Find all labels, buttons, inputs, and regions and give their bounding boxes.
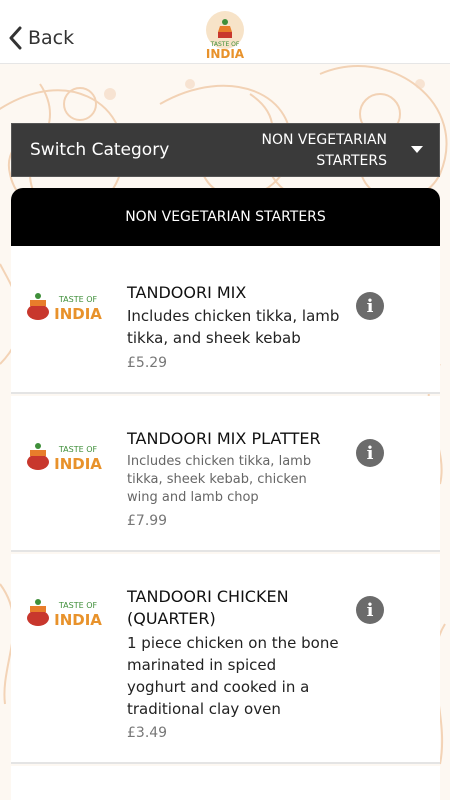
app-logo: TASTE OF INDIA [206,11,245,61]
item-name: TANDOORI MIX [127,283,247,302]
item-name: TANDOORI CHICKEN (QUARTER) [127,587,289,628]
menu-item-card[interactable]: TASTE OF INDIA TANDOORI CHICKEN (QUARTER… [11,554,440,764]
category-title: NON VEGETARIAN STARTERS [125,209,326,225]
item-description: Includes chicken tikka, lamb tikka, shee… [127,454,312,505]
switch-category-dropdown[interactable]: Switch Category NON VEGETARIAN STARTERS [11,123,440,177]
selected-category-line1: NON VEGETARIAN [261,132,387,148]
svg-text:INDIA: INDIA [54,611,102,629]
back-button[interactable]: Back [8,22,74,54]
category-header: NON VEGETARIAN STARTERS [11,188,440,246]
item-description: 1 piece chicken on the bone marinated in… [127,634,339,718]
back-label: Back [28,27,75,49]
item-description: Includes chicken tikka, lamb tikka, and … [127,307,340,347]
info-icon[interactable]: i [356,292,384,320]
svg-text:TASTE OF: TASTE OF [58,295,98,304]
item-name: TANDOORI MIX PLATTER [127,429,321,448]
item-price: £7.99 [127,513,168,529]
item-logo-image: TASTE OF INDIA [27,443,102,473]
chevron-left-icon [9,26,22,50]
info-icon[interactable]: i [356,596,384,624]
info-icon[interactable]: i [356,439,384,467]
menu-item-card[interactable]: TASTE OF INDIA TANDOORI MIX Includes chi… [11,246,440,394]
item-logo-image: TASTE OF INDIA [27,599,102,629]
item-logo-image: TASTE OF INDIA [27,293,102,323]
item-price: £3.49 [127,725,168,741]
switch-category-label: Switch Category [30,140,170,160]
selected-category-line2: STARTERS [316,153,387,169]
menu-item-card-partial[interactable] [11,766,440,800]
item-price: £5.29 [127,355,168,371]
caret-down-icon [411,146,423,153]
svg-text:TASTE OF: TASTE OF [58,601,98,610]
selected-category-value: NON VEGETARIAN STARTERS [227,130,387,172]
top-bar: Back TASTE OF INDIA [0,0,450,64]
svg-text:INDIA: INDIA [54,305,102,323]
logo-text-bottom: INDIA [206,47,245,61]
svg-text:INDIA: INDIA [54,455,102,473]
svg-text:TASTE OF: TASTE OF [58,445,98,454]
menu-item-card[interactable]: TASTE OF INDIA TANDOORI MIX PLATTER Incl… [11,396,440,552]
